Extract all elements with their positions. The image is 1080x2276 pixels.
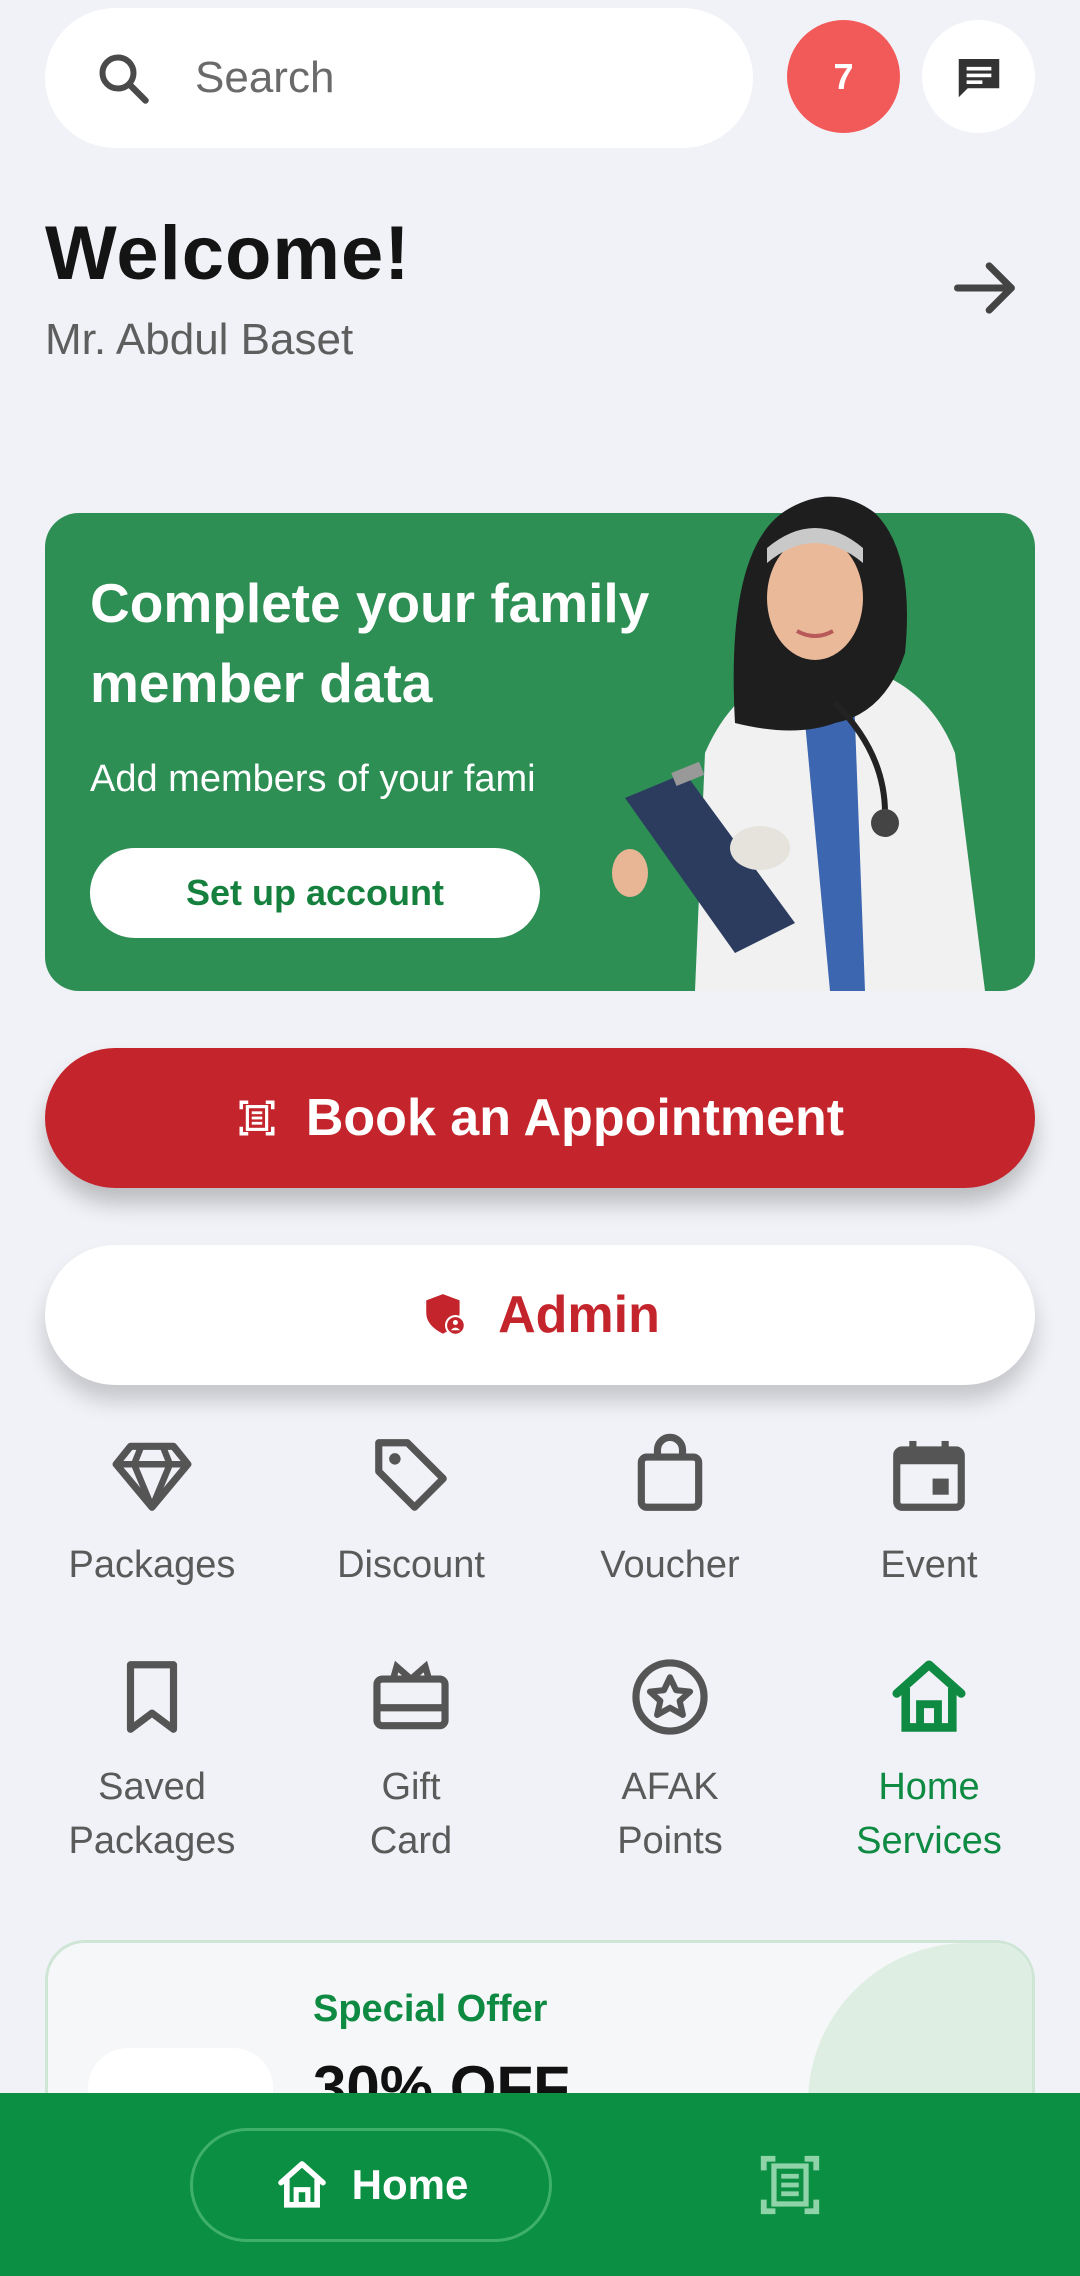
- grid-item-voucher[interactable]: Voucher: [541, 1432, 799, 1592]
- arrow-right-icon[interactable]: [948, 250, 1024, 326]
- bottom-navigation: Home: [0, 2093, 1080, 2276]
- nav-home-label: Home: [351, 2161, 469, 2208]
- grid-item-label: Saved Packages: [68, 1766, 236, 1862]
- chat-button[interactable]: [922, 20, 1035, 133]
- grid-item-discount[interactable]: Discount: [282, 1432, 540, 1592]
- grid-item-label: Voucher: [600, 1544, 740, 1586]
- user-name: Mr. Abdul Baset: [45, 315, 354, 364]
- shopping-bag-icon: [637, 1433, 703, 1511]
- notification-badge-button[interactable]: 7: [787, 20, 900, 133]
- book-appointment-label: Book an Appointment: [305, 1089, 845, 1147]
- set-up-account-label: Set up account: [185, 872, 445, 913]
- tag-icon: [375, 1439, 447, 1511]
- search-input[interactable]: Search: [195, 53, 334, 103]
- grid-item-packages[interactable]: Packages: [23, 1432, 281, 1592]
- grid-item-event[interactable]: Event: [800, 1432, 1058, 1592]
- grid-item-gift-card[interactable]: Gift Card: [282, 1654, 540, 1868]
- doctor-illustration: [612, 496, 985, 991]
- grid-item-label: Gift Card: [369, 1766, 453, 1862]
- search-bar[interactable]: Search: [45, 8, 753, 148]
- book-appointment-button[interactable]: Book an Appointment: [45, 1048, 1035, 1188]
- banner-subtitle: Add members of your fami: [90, 758, 536, 800]
- gift-card-icon: [373, 1660, 449, 1730]
- search-icon: [99, 54, 149, 104]
- calendar-icon: [893, 1440, 965, 1511]
- home-icon: [277, 2161, 326, 2208]
- admin-button[interactable]: Admin: [45, 1245, 1035, 1385]
- grid-item-saved-packages[interactable]: Saved Packages: [23, 1654, 281, 1868]
- grid-item-label: Home Services: [856, 1766, 1002, 1862]
- admin-shield-icon: [426, 1294, 466, 1336]
- set-up-account-button[interactable]: Set up account: [90, 848, 540, 938]
- diamond-icon: [112, 1442, 192, 1511]
- notification-count: 7: [833, 55, 854, 97]
- offer-tag: Special Offer: [313, 1988, 548, 2030]
- home-icon: [892, 1660, 966, 1732]
- admin-label: Admin: [498, 1286, 660, 1344]
- grid-item-label: Packages: [68, 1544, 236, 1586]
- family-data-banner: Complete your family member data Add mem…: [45, 496, 1035, 991]
- star-badge-icon: [632, 1659, 708, 1735]
- chat-icon: [958, 58, 999, 97]
- nav-home-tab[interactable]: Home: [190, 2128, 552, 2242]
- bookmark-icon: [126, 1661, 178, 1733]
- grid-item-label: AFAK Points: [617, 1766, 723, 1862]
- grid-item-afak-points[interactable]: AFAK Points: [541, 1654, 799, 1868]
- grid-item-label: Event: [880, 1544, 978, 1586]
- grid-item-label: Discount: [337, 1544, 485, 1586]
- document-scan-icon: [239, 1100, 275, 1136]
- grid-item-home-services[interactable]: Home Services: [800, 1654, 1058, 1868]
- document-scan-icon[interactable]: [755, 2150, 825, 2220]
- home-screen: Search 7 Welcome! Mr. Abdul Baset Comple…: [0, 0, 1080, 2276]
- welcome-heading: Welcome!: [45, 211, 411, 296]
